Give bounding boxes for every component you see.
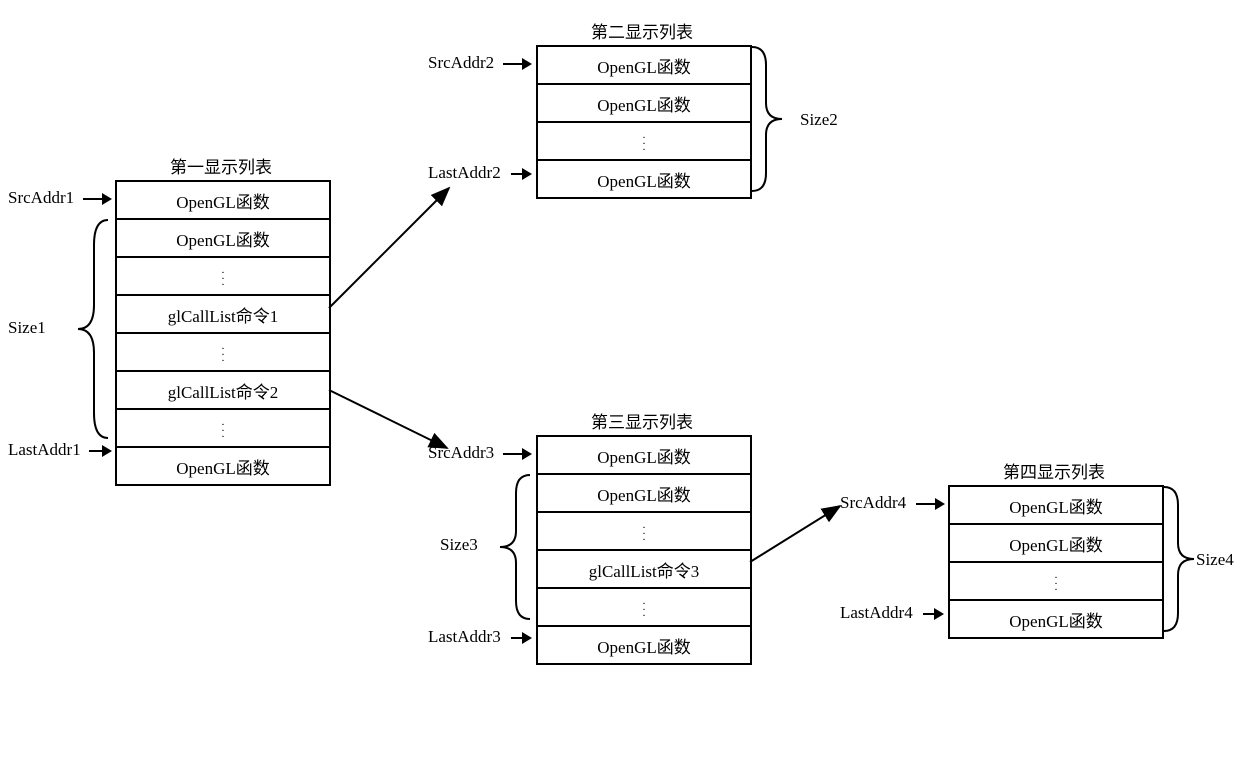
list2-src-label: SrcAddr2 xyxy=(428,53,494,73)
list4-row: OpenGL函数 xyxy=(950,601,1162,637)
list1-row: OpenGL函数 xyxy=(117,182,329,220)
list4-size-brace xyxy=(1164,487,1210,631)
list1-row: glCallList命令1 xyxy=(117,296,329,334)
list1-size-brace xyxy=(54,220,110,438)
list3-title: 第三显示列表 xyxy=(536,408,748,433)
list3-row: OpenGL函数 xyxy=(538,437,750,475)
list3-size-brace xyxy=(486,475,532,619)
list4-row: OpenGL函数 xyxy=(950,487,1162,525)
list2-row: OpenGL函数 xyxy=(538,85,750,123)
arrow-icon xyxy=(511,173,531,175)
list3-row: OpenGL函数 xyxy=(538,475,750,513)
arrow-icon xyxy=(511,637,531,639)
list4-title: 第四显示列表 xyxy=(948,458,1160,483)
arrow-icon xyxy=(89,450,111,452)
list1-dots: ... xyxy=(117,410,329,448)
list4-dots: ... xyxy=(950,563,1162,601)
list1-table: OpenGL函数 OpenGL函数 ... glCallList命令1 ... … xyxy=(115,180,331,486)
list3-row: glCallList命令3 xyxy=(538,551,750,589)
list2-title: 第二显示列表 xyxy=(536,18,748,43)
list2-table: OpenGL函数 OpenGL函数 ... OpenGL函数 xyxy=(536,45,752,199)
list2-row: OpenGL函数 xyxy=(538,161,750,197)
list4-table: OpenGL函数 OpenGL函数 ... OpenGL函数 xyxy=(948,485,1164,639)
list1-last-label: LastAddr1 xyxy=(8,440,81,460)
list2-dots: ... xyxy=(538,123,750,161)
list2-size-brace xyxy=(752,47,798,191)
arrow-icon xyxy=(503,63,531,65)
list3-table: OpenGL函数 OpenGL函数 ... glCallList命令3 ... … xyxy=(536,435,752,665)
list1-row: glCallList命令2 xyxy=(117,372,329,410)
arrow-icon xyxy=(503,453,531,455)
arrow-icon xyxy=(923,613,943,615)
list3-dots: ... xyxy=(538,589,750,627)
arrow-list3-to-list4 xyxy=(750,500,850,570)
arrow-icon xyxy=(83,198,111,200)
list1-dots: ... xyxy=(117,258,329,296)
list2-row: OpenGL函数 xyxy=(538,47,750,85)
arrow-list1-to-list2 xyxy=(329,180,459,310)
list1-row: OpenGL函数 xyxy=(117,220,329,258)
arrow-list1-to-list3 xyxy=(329,390,459,460)
list1-dots: ... xyxy=(117,334,329,372)
list3-row: OpenGL函数 xyxy=(538,627,750,663)
list1-src-label: SrcAddr1 xyxy=(8,188,74,208)
list3-size-label: Size3 xyxy=(440,535,478,555)
list1-size-label: Size1 xyxy=(8,318,46,338)
list2-size-label: Size2 xyxy=(800,110,838,130)
arrow-icon xyxy=(916,503,944,505)
list4-last-label: LastAddr4 xyxy=(840,603,913,623)
list4-row: OpenGL函数 xyxy=(950,525,1162,563)
list3-dots: ... xyxy=(538,513,750,551)
list1-title: 第一显示列表 xyxy=(115,153,327,178)
list1-row: OpenGL函数 xyxy=(117,448,329,484)
list3-last-label: LastAddr3 xyxy=(428,627,501,647)
